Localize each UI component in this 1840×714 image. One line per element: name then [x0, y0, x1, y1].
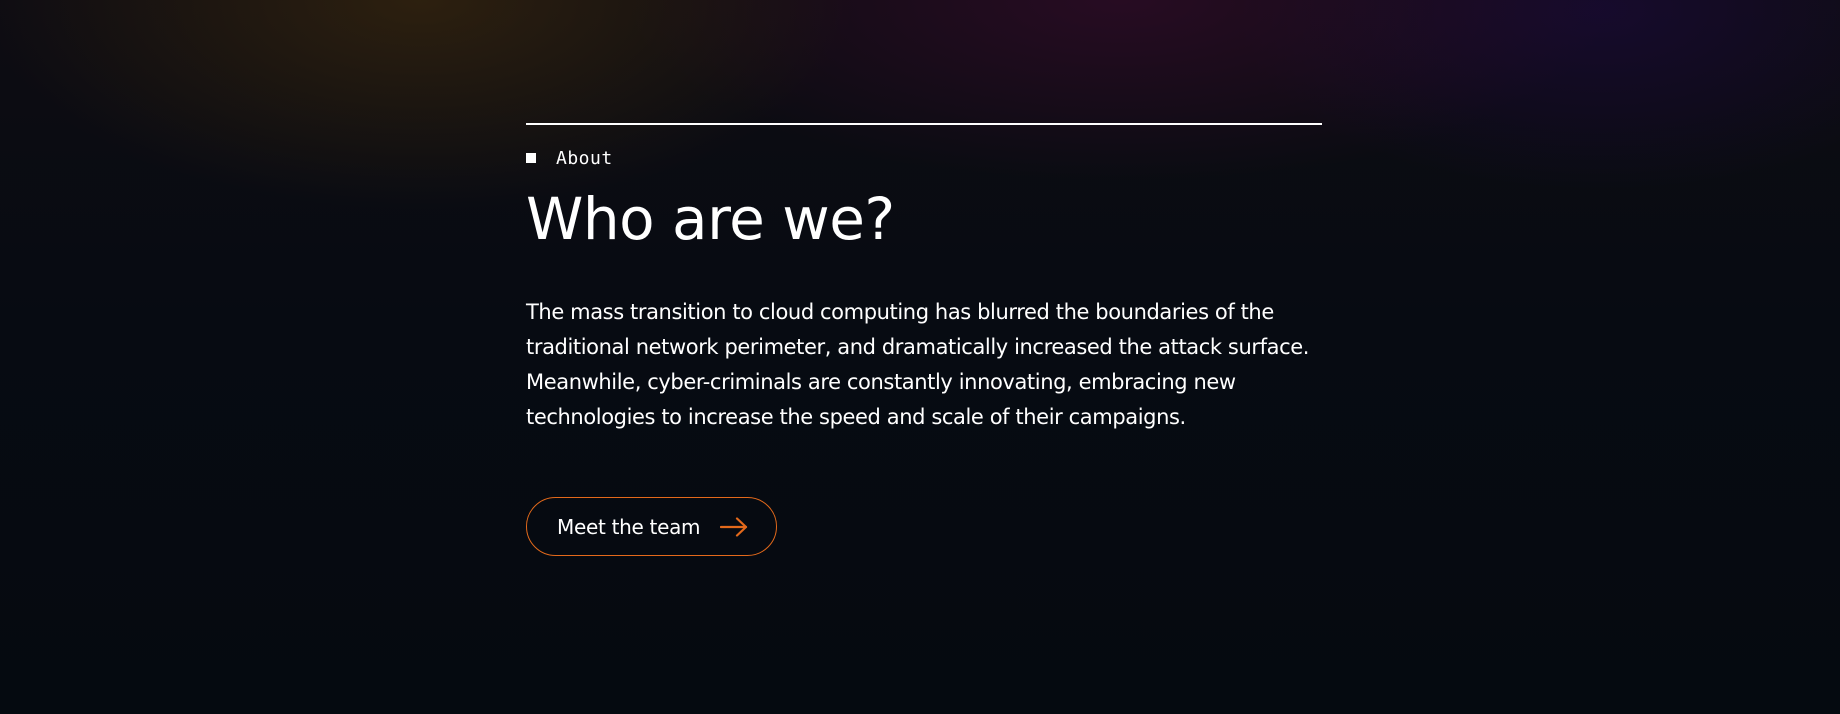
arrow-right-icon [720, 516, 748, 537]
about-content: About Who are we? The mass transition to… [526, 123, 1322, 556]
page-title: Who are we? [526, 185, 895, 253]
square-bullet-icon [526, 153, 536, 163]
meet-the-team-label: Meet the team [557, 514, 701, 539]
about-section: About Who are we? The mass transition to… [0, 0, 1840, 714]
section-divider [526, 123, 1322, 125]
section-eyebrow: About [526, 147, 1322, 169]
eyebrow-label: About [556, 147, 613, 169]
meet-the-team-button[interactable]: Meet the team [526, 497, 778, 556]
about-description: The mass transition to cloud computing h… [526, 300, 1310, 429]
